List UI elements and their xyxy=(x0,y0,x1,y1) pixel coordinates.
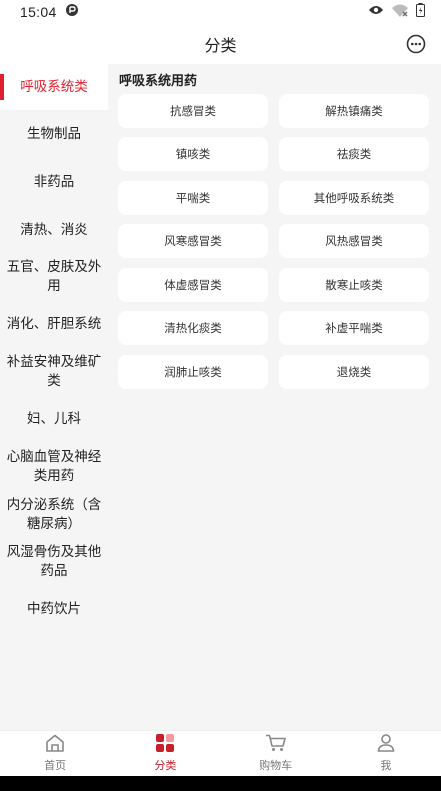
chip-label: 散寒止咳类 xyxy=(325,278,383,292)
page-title: 分类 xyxy=(204,36,237,55)
chip-label: 风热感冒类 xyxy=(325,234,383,248)
chip-label: 平喘类 xyxy=(175,191,211,205)
bottom-tab-bar: 首页 分类 购物车 我 xyxy=(0,730,441,776)
sidebar-item-digestive[interactable]: 消化、肝胆系统 xyxy=(0,300,108,348)
subcategory-chip[interactable]: 解热镇痛类 xyxy=(279,94,429,128)
sidebar-item-cardio[interactable]: 心脑血管及神经类用药 xyxy=(0,442,108,492)
cart-icon xyxy=(265,734,287,755)
sidebar-item-biologics[interactable]: 生物制品 xyxy=(0,110,108,158)
sidebar-item-facial-skin[interactable]: 五官、皮肤及外用 xyxy=(0,254,108,300)
tab-cart[interactable]: 购物车 xyxy=(221,731,331,776)
header: 分类 xyxy=(0,24,441,64)
sidebar-item-label: 妇、儿科 xyxy=(27,410,81,427)
chip-label: 风寒感冒类 xyxy=(164,234,222,248)
sidebar-item-women-children[interactable]: 妇、儿科 xyxy=(0,396,108,442)
sidebar-item-heat-clearing[interactable]: 清热、消炎 xyxy=(0,206,108,254)
user-icon xyxy=(376,734,396,755)
sidebar-item-label: 内分泌系统（含糖尿病） xyxy=(6,497,102,532)
chip-label: 体虚感冒类 xyxy=(164,278,222,292)
home-icon xyxy=(45,734,65,755)
subcategory-chip[interactable]: 镇咳类 xyxy=(118,137,268,171)
subcategory-chip[interactable]: 润肺止咳类 xyxy=(118,355,268,389)
tab-category[interactable]: 分类 xyxy=(110,731,220,776)
sidebar-item-label: 非药品 xyxy=(33,173,75,190)
sidebar-item-supplements[interactable]: 补益安神及维矿类 xyxy=(0,348,108,396)
wifi-icon xyxy=(392,4,408,21)
tab-label: 购物车 xyxy=(259,759,293,772)
chip-label: 镇咳类 xyxy=(175,147,211,161)
status-left: 15:04 xyxy=(20,3,79,21)
subcategory-chip[interactable]: 祛痰类 xyxy=(279,137,429,171)
status-time: 15:04 xyxy=(20,4,57,20)
sidebar-item-label: 补益安神及维矿类 xyxy=(6,354,102,389)
chip-label: 润肺止咳类 xyxy=(164,365,222,379)
subcategory-chip[interactable]: 退烧类 xyxy=(279,355,429,389)
chip-label: 抗感冒类 xyxy=(170,104,216,118)
tab-label: 首页 xyxy=(44,759,67,772)
sidebar-item-endocrine[interactable]: 内分泌系统（含糖尿病） xyxy=(0,492,108,538)
sidebar-item-label: 心脑血管及神经类用药 xyxy=(6,449,102,484)
sidebar-item-label: 呼吸系统类 xyxy=(20,78,88,95)
chip-label: 退烧类 xyxy=(336,365,372,379)
sidebar-item-label: 生物制品 xyxy=(27,125,81,142)
subcategory-chip[interactable]: 抗感冒类 xyxy=(118,94,268,128)
category-sidebar: 呼吸系统类 生物制品 非药品 清热、消炎 五官、皮肤及外用 消化、肝胆系统 补益… xyxy=(0,64,108,730)
sidebar-item-non-drug[interactable]: 非药品 xyxy=(0,158,108,206)
status-bar: 15:04 xyxy=(0,0,441,24)
tab-me[interactable]: 我 xyxy=(331,731,441,776)
sidebar-item-label: 消化、肝胆系统 xyxy=(6,315,102,332)
subcategory-panel: 呼吸系统用药 抗感冒类 解热镇痛类 镇咳类 祛痰类 平喘类 其他呼吸系统类 风寒… xyxy=(108,64,441,730)
chip-label: 解热镇痛类 xyxy=(325,104,383,118)
subcategory-chip[interactable]: 补虚平喘类 xyxy=(279,311,429,345)
app-notification-icon xyxy=(65,3,79,21)
sidebar-item-rheumatism[interactable]: 风湿骨伤及其他药品 xyxy=(0,538,108,586)
chip-label: 其他呼吸系统类 xyxy=(313,191,395,205)
sidebar-item-herbal-slices[interactable]: 中药饮片 xyxy=(0,586,108,632)
category-icon xyxy=(155,734,175,755)
subcategory-chip[interactable]: 平喘类 xyxy=(118,181,268,215)
battery-icon xyxy=(416,3,425,21)
chip-label: 清热化痰类 xyxy=(164,321,222,335)
status-right xyxy=(368,3,425,21)
sidebar-item-label: 清热、消炎 xyxy=(20,221,88,238)
subcategory-chip[interactable]: 风热感冒类 xyxy=(279,224,429,258)
sidebar-item-label: 五官、皮肤及外用 xyxy=(6,259,102,294)
chat-bubble-icon[interactable] xyxy=(405,33,427,55)
sidebar-item-respiratory[interactable]: 呼吸系统类 xyxy=(0,64,108,110)
subcategory-chip[interactable]: 风寒感冒类 xyxy=(118,224,268,258)
subcategory-chip[interactable]: 散寒止咳类 xyxy=(279,268,429,302)
sidebar-item-label: 风湿骨伤及其他药品 xyxy=(6,544,102,579)
tab-home[interactable]: 首页 xyxy=(0,731,110,776)
subcategory-chip[interactable]: 其他呼吸系统类 xyxy=(279,181,429,215)
chip-label: 补虚平喘类 xyxy=(325,321,383,335)
section-title: 呼吸系统用药 xyxy=(119,74,198,89)
subcategory-chip[interactable]: 清热化痰类 xyxy=(118,311,268,345)
tab-label: 我 xyxy=(380,759,392,772)
system-gesture-bar xyxy=(0,776,441,791)
eye-icon xyxy=(368,4,384,20)
tab-label: 分类 xyxy=(154,759,177,772)
sidebar-item-label: 中药饮片 xyxy=(27,600,81,617)
subcategory-chip[interactable]: 体虚感冒类 xyxy=(118,268,268,302)
chip-label: 祛痰类 xyxy=(336,147,372,161)
